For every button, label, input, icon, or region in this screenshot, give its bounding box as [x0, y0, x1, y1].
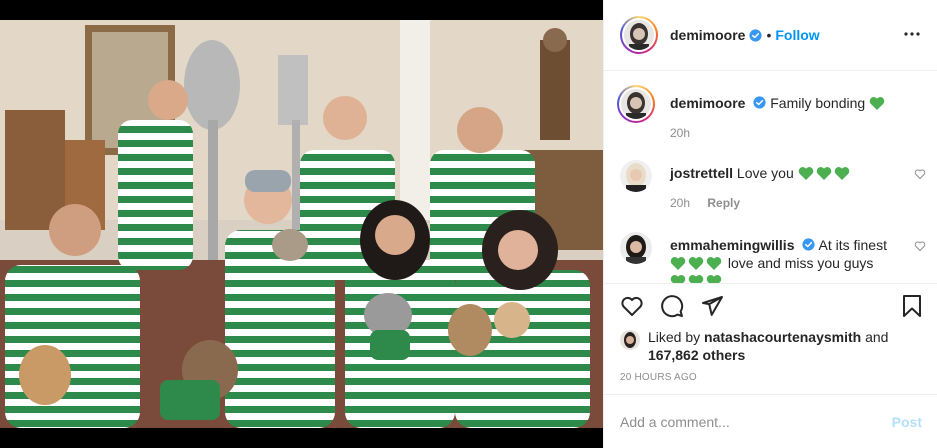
green-heart-icon	[706, 257, 722, 270]
avatar[interactable]	[620, 232, 652, 264]
heart-icon[interactable]	[620, 294, 644, 318]
comment-input[interactable]	[620, 414, 892, 430]
comments-list: demimoore Family bonding 20h jostrettell…	[604, 72, 937, 283]
avatar[interactable]	[620, 330, 640, 350]
green-heart-icon	[798, 167, 813, 180]
green-heart-icon	[706, 275, 722, 283]
share-icon[interactable]	[700, 294, 724, 318]
post-timestamp[interactable]: 20 HOURS AGO	[620, 372, 697, 383]
likes-count[interactable]: 167,862 others	[648, 347, 745, 363]
author-avatar-story-ring[interactable]	[620, 16, 658, 54]
avatar[interactable]	[617, 85, 655, 123]
green-heart-icon	[688, 257, 704, 270]
avatar	[624, 20, 654, 50]
avatar-portrait-icon	[620, 330, 640, 350]
follow-button[interactable]: Follow	[775, 27, 819, 43]
author-username[interactable]: demimoore	[670, 27, 745, 43]
liked-by-and: and	[865, 329, 889, 345]
green-heart-icon	[834, 167, 849, 180]
likes-summary: Liked by natashacourtenaysmith and 167,8…	[620, 328, 920, 364]
verified-badge-icon	[749, 28, 763, 42]
separator-dot: •	[766, 27, 772, 43]
avatar-portrait-icon	[624, 20, 654, 50]
liker-username[interactable]: natashacourtenaysmith	[704, 329, 861, 345]
comment-text: At its finest	[818, 237, 887, 253]
comment-username[interactable]: jostrettell	[670, 165, 733, 181]
more-horizontal-icon[interactable]	[902, 24, 922, 44]
verified-badge-icon	[802, 238, 815, 251]
post-comment-button[interactable]: Post	[892, 414, 922, 430]
add-comment-form: Post	[604, 394, 937, 448]
like-comment-heart-icon[interactable]	[914, 240, 926, 252]
comment-text: Family bonding	[770, 95, 866, 111]
liked-by-prefix: Liked by	[648, 329, 701, 345]
verified-badge-icon	[753, 96, 766, 109]
like-comment-heart-icon[interactable]	[914, 168, 926, 180]
green-heart-icon	[869, 97, 885, 110]
green-heart-icon	[670, 275, 686, 283]
avatar-portrait-icon	[621, 89, 651, 119]
avatar-portrait-icon	[620, 232, 652, 264]
comment-time[interactable]: 20h	[670, 196, 690, 210]
post-photo[interactable]	[0, 0, 603, 448]
comment-username[interactable]: demimoore	[670, 95, 745, 111]
comment-time[interactable]: 20h	[670, 126, 690, 140]
post-side-panel: demimoore • Follow demimoore Family bond…	[603, 0, 937, 448]
avatar-portrait-icon	[620, 160, 652, 192]
comment-text: love and miss you guys	[727, 255, 874, 271]
reply-button[interactable]: Reply	[707, 196, 740, 210]
green-heart-icon	[816, 167, 831, 180]
green-heart-icon	[688, 275, 704, 283]
post-header: demimoore • Follow	[604, 0, 937, 71]
comment-username[interactable]: emmahemingwillis	[670, 237, 794, 253]
family-photo-illustration	[0, 0, 603, 448]
green-heart-icon	[670, 257, 686, 270]
comment-text: Love you	[736, 165, 794, 181]
comment-icon[interactable]	[660, 294, 684, 318]
post-actions-section: Liked by natashacourtenaysmith and 167,8…	[604, 283, 937, 448]
avatar[interactable]	[620, 160, 652, 192]
bookmark-icon[interactable]	[900, 294, 924, 318]
